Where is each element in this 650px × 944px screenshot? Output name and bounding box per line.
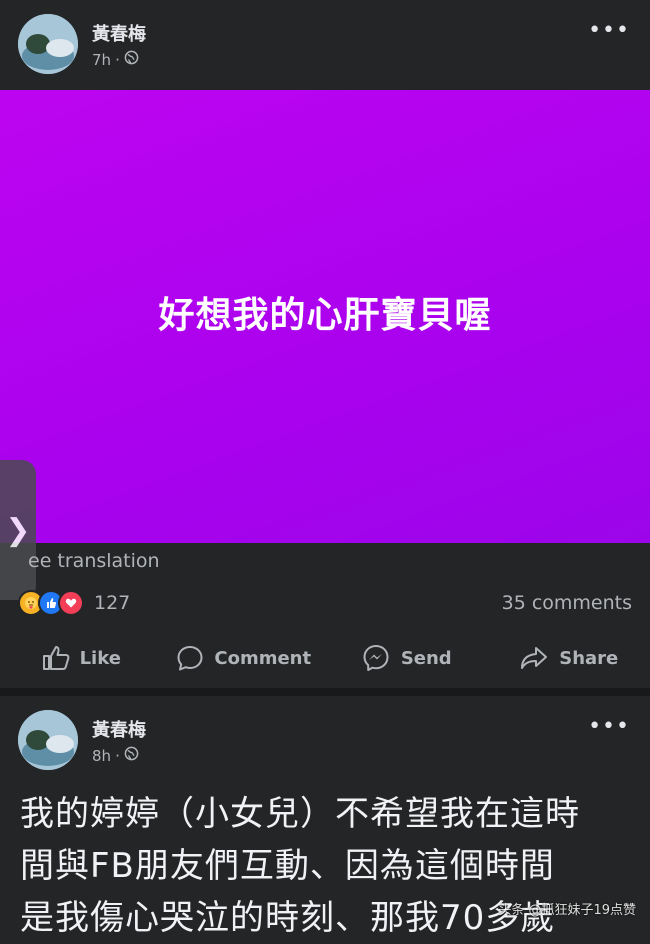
share-arrow-icon	[519, 645, 549, 671]
avatar[interactable]	[18, 710, 78, 770]
love-reaction-icon	[58, 590, 84, 616]
share-label: Share	[559, 648, 618, 669]
post-meta: 7h ·	[92, 50, 139, 69]
send-button[interactable]: Send	[325, 638, 488, 678]
comment-button[interactable]: Comment	[163, 638, 326, 678]
post-banner-text: 好想我的心肝寶貝喔	[158, 286, 491, 338]
post-body-text: 我的婷婷（小女兒）不希望我在這時 間與FB朋友們互動、因為這個時間 是我傷心哭泣…	[20, 788, 635, 944]
post-text-background: 好想我的心肝寶貝喔	[0, 90, 650, 543]
comment-label: Comment	[214, 648, 311, 669]
meta-separator: ·	[115, 747, 120, 765]
more-options-icon[interactable]: •••	[588, 18, 630, 43]
meta-separator: ·	[115, 51, 120, 69]
messenger-icon	[361, 643, 391, 673]
reaction-count: 127	[94, 592, 130, 614]
post-time[interactable]: 7h	[92, 51, 111, 69]
like-label: Like	[80, 648, 121, 669]
comments-count[interactable]: 35 comments	[502, 592, 632, 614]
post-card: 黃春梅 7h · ••• 好想我的心肝寶貝喔 ❯ ee translation …	[0, 0, 650, 688]
like-button[interactable]: Like	[0, 638, 163, 678]
more-options-icon[interactable]: •••	[588, 714, 630, 739]
watermark: 头条 @抓狂妹子19点赞	[498, 899, 636, 918]
post-text-line: 間與FB朋友們互動、因為這個時間	[20, 840, 635, 892]
post-meta: 8h ·	[92, 746, 139, 765]
see-translation-link[interactable]: ee translation	[28, 550, 160, 572]
post-text-line: 我的婷婷（小女兒）不希望我在這時	[20, 788, 635, 840]
side-expand-handle[interactable]: ❯	[0, 460, 36, 600]
author-name[interactable]: 黃春梅	[92, 20, 146, 46]
comment-bubble-icon	[176, 644, 204, 672]
avatar[interactable]	[18, 14, 78, 74]
share-button[interactable]: Share	[488, 638, 650, 678]
globe-icon	[124, 746, 139, 765]
send-label: Send	[401, 648, 452, 669]
post-card: 黃春梅 8h · ••• 我的婷婷（小女兒）不希望我在這時 間與FB朋友們互動、…	[0, 696, 650, 930]
reactions-summary[interactable]: 127	[18, 590, 130, 616]
post-actions-bar: Like Comment Send Share	[0, 638, 650, 678]
post-time[interactable]: 8h	[92, 747, 111, 765]
thumbs-up-icon	[42, 645, 70, 671]
author-name[interactable]: 黃春梅	[92, 716, 146, 742]
feed-divider	[0, 688, 650, 696]
chevron-right-icon: ❯	[5, 513, 30, 548]
globe-icon	[124, 50, 139, 69]
